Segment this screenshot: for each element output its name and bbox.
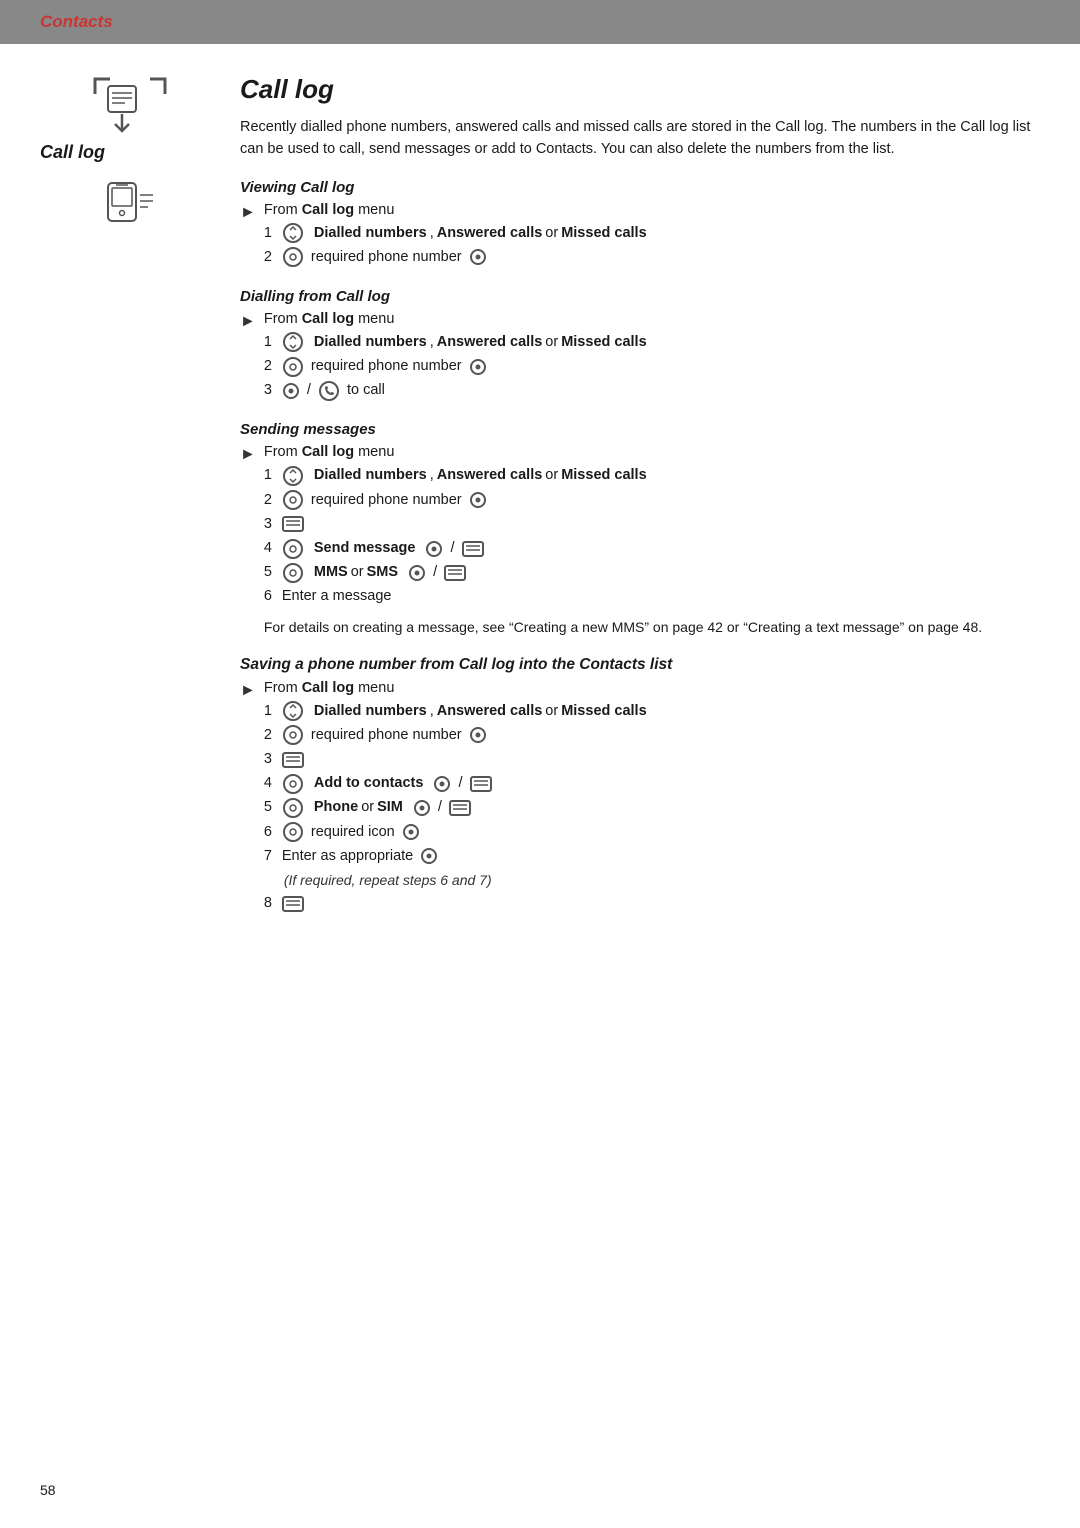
step-sv-3: 3 xyxy=(264,748,1040,771)
steps-viewing: 1 Dialled numbers, Answered calls or Mis… xyxy=(264,222,1040,269)
section-saving-title: Saving a phone number from Call log into… xyxy=(240,656,1040,674)
arrow-indicator: ► xyxy=(240,202,256,222)
step-sv-subnote: (If required, repeat steps 6 and 7) xyxy=(264,869,1040,891)
menu-icon-s3 xyxy=(282,516,304,532)
menu-icon-s4 xyxy=(462,541,484,557)
scroll-nav-icon xyxy=(282,222,304,244)
phone-icon xyxy=(98,175,163,230)
step-s-1: 1 Dialled numbers, Answered calls or Mis… xyxy=(264,464,1040,487)
nav-icon-s2 xyxy=(282,489,304,511)
nav-icon-s5 xyxy=(282,562,304,584)
center-icon-s2 xyxy=(469,491,487,509)
step-sv-5: 5 Phone or SIM / xyxy=(264,796,1040,819)
section-dialling-body: ► From Call log menu 1 Dialled numbers, … xyxy=(240,311,1040,404)
scroll-icon-d1 xyxy=(282,331,304,353)
arrow-indicator-4: ► xyxy=(240,680,256,700)
nav-icon-sv4 xyxy=(282,773,304,795)
section-dialling-title: Dialling from Call log xyxy=(240,288,1040,305)
nav-icon-sv6 xyxy=(282,821,304,843)
section-viewing-content: From Call log menu 1 Dialled numbers, An… xyxy=(264,202,1040,270)
page-number: 58 xyxy=(40,1482,56,1498)
nav-icon-sv5 xyxy=(282,797,304,819)
scroll-icon-s1 xyxy=(282,465,304,487)
center-icon-sv4 xyxy=(433,775,451,793)
sidebar: Call log xyxy=(40,74,220,934)
intro-text: Recently dialled phone numbers, answered… xyxy=(240,117,1040,161)
arrow-indicator-3: ► xyxy=(240,444,256,464)
menu-icon-s5 xyxy=(444,565,466,581)
section-sending-title: Sending messages xyxy=(240,421,1040,438)
step-s-3: 3 xyxy=(264,513,1040,536)
main-content: Call log Call log Recently dialled phone… xyxy=(0,44,1080,974)
section-viewing: Viewing Call log ► From Call log menu 1 … xyxy=(240,179,1040,270)
content-area: Call log Recently dialled phone numbers,… xyxy=(220,74,1040,934)
from-menu-viewing: From Call log menu xyxy=(264,202,1040,218)
sending-note: For details on creating a message, see “… xyxy=(264,617,1040,638)
menu-icon-sv4 xyxy=(470,776,492,792)
steps-dialling: 1 Dialled numbers, Answered calls or Mis… xyxy=(264,331,1040,403)
from-menu-sending: From Call log menu xyxy=(264,444,1040,460)
step-s-4: 4 Send message / xyxy=(264,537,1040,560)
sidebar-calllog-label: Call log xyxy=(40,142,105,163)
step-sv-1: 1 Dialled numbers, Answered calls or Mis… xyxy=(264,700,1040,723)
steps-sending: 1 Dialled numbers, Answered calls or Mis… xyxy=(264,464,1040,608)
step-d-1: 1 Dialled numbers, Answered calls or Mis… xyxy=(264,331,1040,354)
section-sending-content: From Call log menu 1 Dialled numbers, An… xyxy=(264,444,1040,637)
center-icon-sv7 xyxy=(420,847,438,865)
section-saving: Saving a phone number from Call log into… xyxy=(240,656,1040,917)
step-sv-8: 8 xyxy=(264,892,1040,915)
step-s-6: 6 Enter a message xyxy=(264,585,1040,608)
nav-icon-d2 xyxy=(282,356,304,378)
step-sv-6: 6 required icon xyxy=(264,821,1040,844)
center-icon-d2 xyxy=(469,358,487,376)
section-dialling: Dialling from Call log ► From Call log m… xyxy=(240,288,1040,404)
center-icon-d3 xyxy=(282,382,300,400)
step-d-3: 3 / to call xyxy=(264,379,1040,402)
menu-icon-sv8 xyxy=(282,896,304,912)
menu-icon-sv5 xyxy=(449,800,471,816)
scroll-icon-sv1 xyxy=(282,700,304,722)
arrow-indicator-2: ► xyxy=(240,311,256,331)
section-saving-body: ► From Call log menu 1 Dialled numbers, … xyxy=(240,680,1040,917)
header-title: Contacts xyxy=(40,12,113,32)
nav-icon xyxy=(282,246,304,268)
call-icon-d3 xyxy=(318,380,340,402)
from-menu-dialling: From Call log menu xyxy=(264,311,1040,327)
step-sv-7: 7 Enter as appropriate xyxy=(264,845,1040,868)
menu-icon-sv3 xyxy=(282,752,304,768)
from-menu-saving: From Call log menu xyxy=(264,680,1040,696)
section-sending-body: ► From Call log menu 1 Dialled numbers, … xyxy=(240,444,1040,637)
nav-icon-sv2 xyxy=(282,724,304,746)
center-icon-sv5 xyxy=(413,799,431,817)
center-icon-s4 xyxy=(425,540,443,558)
contacts-icon xyxy=(90,74,170,134)
step-s-5: 5 MMS or SMS / xyxy=(264,561,1040,584)
center-ok-icon xyxy=(469,248,487,266)
step-sv-4: 4 Add to contacts / xyxy=(264,772,1040,795)
section-sending: Sending messages ► From Call log menu 1 … xyxy=(240,421,1040,637)
nav-icon-s4 xyxy=(282,538,304,560)
steps-saving: 1 Dialled numbers, Answered calls or Mis… xyxy=(264,700,1040,916)
section-viewing-body: ► From Call log menu 1 Dialled numbers, … xyxy=(240,202,1040,270)
step-s-2: 2 required phone number xyxy=(264,489,1040,512)
center-icon-s5 xyxy=(408,564,426,582)
center-icon-sv2 xyxy=(469,726,487,744)
step-v-1: 1 Dialled numbers, Answered calls or Mis… xyxy=(264,222,1040,245)
step-d-2: 2 required phone number xyxy=(264,355,1040,378)
center-icon-sv6 xyxy=(402,823,420,841)
section-viewing-title: Viewing Call log xyxy=(240,179,1040,196)
step-v-2: 2 required phone number xyxy=(264,246,1040,269)
header-bar: Contacts xyxy=(0,0,1080,44)
section-saving-content: From Call log menu 1 Dialled numbers, An… xyxy=(264,680,1040,917)
step-sv-2: 2 required phone number xyxy=(264,724,1040,747)
section-dialling-content: From Call log menu 1 Dialled numbers, An… xyxy=(264,311,1040,404)
content-title: Call log xyxy=(240,74,1040,105)
